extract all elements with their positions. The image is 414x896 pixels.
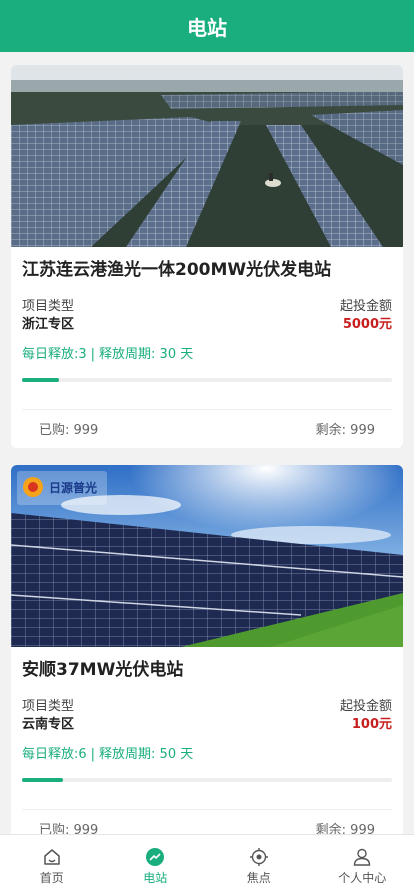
station-card[interactable]: 江苏连云港渔光一体200MW光伏发电站 项目类型 浙江专区 起投金额 5000元… (11, 65, 403, 448)
station-title[interactable]: 安顺37MW光伏电站 (22, 655, 183, 680)
daily-release: 每日释放:6 (22, 747, 87, 762)
divider (22, 809, 392, 810)
remaining-count: 剩余: 999 (315, 423, 375, 438)
page-header: 电站 (0, 0, 414, 52)
station-image (11, 65, 403, 247)
remaining-count: 剩余: 999 (315, 823, 375, 834)
tab-profile[interactable]: 个人中心 (311, 835, 414, 896)
separator: | (90, 347, 96, 362)
tab-stations[interactable]: 电站 (104, 835, 208, 896)
tab-home[interactable]: 首页 (0, 835, 104, 896)
progress-fill (22, 778, 63, 782)
project-type-value: 浙江专区 (22, 317, 75, 332)
tab-label: 首页 (39, 871, 64, 885)
progress-bar (22, 378, 392, 382)
bottom-tab-bar: 首页 电站 焦点 个人中心 (0, 834, 414, 896)
min-invest-label: 起投金额 (339, 699, 392, 714)
tab-label: 电站 (143, 871, 168, 885)
separator: | (90, 747, 96, 762)
min-invest-label: 起投金额 (339, 299, 392, 314)
progress-bar (22, 778, 392, 782)
min-invest-value: 100元 (351, 717, 392, 732)
progress-fill (22, 378, 59, 382)
target-icon (249, 848, 268, 866)
tab-label: 个人中心 (338, 871, 387, 885)
min-invest-value: 5000元 (342, 317, 392, 332)
tab-focus[interactable]: 焦点 (207, 835, 311, 896)
trend-icon (146, 848, 165, 866)
release-period: 释放周期: 50 天 (99, 747, 194, 762)
project-type-value: 云南专区 (22, 717, 75, 732)
brand-logo-text: 日源普光 (49, 480, 97, 495)
tab-label: 焦点 (246, 871, 271, 885)
station-image: 日源普光 (11, 465, 403, 647)
home-icon (44, 849, 60, 865)
page-title: 电站 (187, 15, 227, 40)
project-type-label: 项目类型 (22, 699, 75, 714)
purchased-count: 已购: 999 (39, 423, 99, 438)
station-title[interactable]: 江苏连云港渔光一体200MW光伏发电站 (22, 255, 331, 280)
project-type-label: 项目类型 (22, 299, 75, 314)
release-period: 释放周期: 30 天 (99, 347, 194, 362)
user-icon (354, 848, 371, 866)
release-info: 每日释放:6 | 释放周期: 50 天 (22, 743, 193, 762)
station-list[interactable]: 江苏连云港渔光一体200MW光伏发电站 项目类型 浙江专区 起投金额 5000元… (0, 52, 414, 834)
release-info: 每日释放:3 | 释放周期: 30 天 (22, 343, 193, 362)
divider (22, 409, 392, 410)
daily-release: 每日释放:3 (22, 347, 87, 362)
purchased-count: 已购: 999 (39, 823, 99, 834)
station-card[interactable]: 日源普光 安顺37MW光伏电站 项目类型 云南专区 起投金额 100元 每日释放… (11, 465, 403, 834)
